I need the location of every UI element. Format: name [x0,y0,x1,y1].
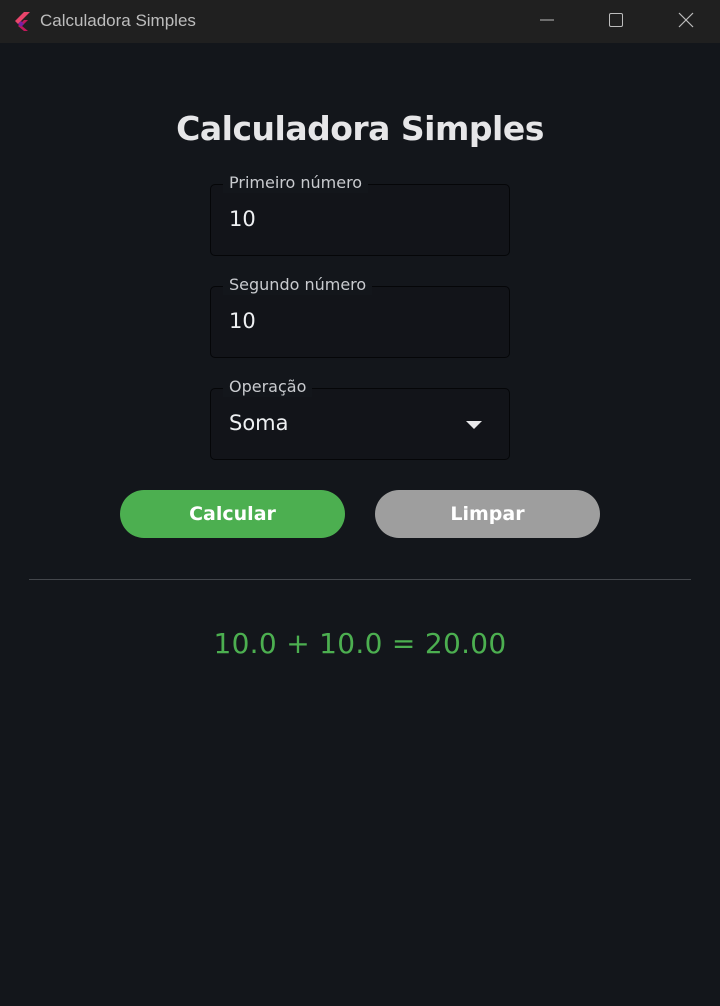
second-number-field[interactable]: Segundo número 10 [210,275,510,358]
minimize-icon [540,12,554,31]
app-content: Calculadora Simples Primeiro número 10 S… [0,43,720,1006]
second-number-label: Segundo número [223,275,373,295]
result-text: 10.0 + 10.0 = 20.00 [213,627,507,660]
page-title: Calculadora Simples [176,109,544,148]
dropdown-arrow-icon[interactable] [466,421,482,429]
operation-dropdown[interactable]: Operação Soma [210,377,510,460]
second-number-input[interactable]: 10 [229,309,256,333]
divider [29,579,691,580]
close-button[interactable] [651,0,720,43]
window-title: Calculadora Simples [40,11,196,30]
calculate-button[interactable]: Calcular [120,490,345,538]
flutter-logo-icon [12,11,32,31]
clear-button[interactable]: Limpar [375,490,600,538]
title-bar[interactable]: Calculadora Simples [0,0,720,43]
first-number-field[interactable]: Primeiro número 10 [210,173,510,256]
first-number-label: Primeiro número [223,173,369,193]
operation-label: Operação [223,377,313,397]
maximize-icon [609,12,623,31]
first-number-input[interactable]: 10 [229,207,256,231]
operation-selected-value[interactable]: Soma [229,411,289,435]
minimize-button[interactable] [512,0,582,43]
maximize-button[interactable] [581,0,651,43]
close-icon [678,12,694,32]
